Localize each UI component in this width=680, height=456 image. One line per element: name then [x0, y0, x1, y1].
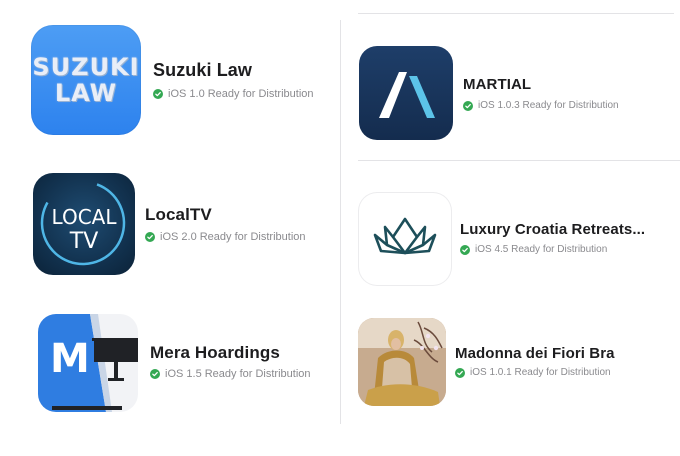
martial-logo-icon	[379, 72, 435, 118]
checkmark-circle-icon	[463, 100, 473, 111]
checkmark-circle-icon	[145, 232, 155, 242]
mera-icon-letter: M	[50, 336, 90, 382]
app-card-madonna-dei-fiori-bra[interactable]: Madonna dei Fiori Bra iOS 1.0.1 Ready fo…	[341, 302, 680, 427]
app-card-luxury-croatia-retreats[interactable]: Luxury Croatia Retreats... iOS 4.5 Ready…	[341, 161, 680, 301]
luxury-croatia-app-icon[interactable]	[359, 193, 451, 285]
suzuki-icon-word-2: LAW	[54, 79, 118, 107]
app-title[interactable]: LocalTV	[145, 205, 212, 225]
madonna-statue-icon	[358, 318, 446, 406]
martial-app-icon[interactable]	[359, 46, 453, 140]
status-text: iOS 4.5 Ready for Distribution	[475, 244, 608, 255]
app-status: iOS 2.0 Ready for Distribution	[145, 231, 306, 243]
checkmark-circle-icon	[150, 369, 160, 379]
app-status: iOS 4.5 Ready for Distribution	[460, 244, 607, 255]
app-card-suzuki-law[interactable]: SUZUKI LAW Suzuki Law iOS 1.0 Ready for …	[0, 0, 340, 150]
app-card-martial[interactable]: MARTIAL iOS 1.0.3 Ready for Distribution	[341, 14, 680, 160]
app-status: iOS 1.0.3 Ready for Distribution	[463, 100, 619, 111]
lotus-crown-icon	[373, 217, 437, 255]
app-card-localtv[interactable]: LOCAL TV LocalTV iOS 2.0 Ready for Distr…	[0, 160, 340, 290]
status-text: iOS 1.0 Ready for Distribution	[168, 88, 314, 100]
localtv-icon-word-1: LOCAL	[51, 205, 117, 229]
app-title[interactable]: Madonna dei Fiori Bra	[455, 345, 615, 362]
app-title[interactable]: MARTIAL	[463, 76, 531, 93]
checkmark-circle-icon	[455, 367, 465, 378]
checkmark-circle-icon	[153, 89, 163, 99]
madonna-app-icon[interactable]	[358, 318, 446, 406]
status-text: iOS 1.0.1 Ready for Distribution	[470, 367, 611, 378]
app-status: iOS 1.0 Ready for Distribution	[153, 88, 314, 100]
app-title[interactable]: Mera Hoardings	[150, 343, 280, 363]
status-text: iOS 2.0 Ready for Distribution	[160, 231, 306, 243]
status-text: iOS 1.5 Ready for Distribution	[165, 368, 311, 380]
app-status: iOS 1.5 Ready for Distribution	[150, 368, 311, 380]
app-card-mera-hoardings[interactable]: M Mera Hoardings iOS 1.5 Ready for Distr…	[0, 300, 340, 425]
suzuki-icon-word-1: SUZUKI	[32, 53, 140, 81]
localtv-app-icon[interactable]: LOCAL TV	[33, 173, 135, 275]
checkmark-circle-icon	[460, 244, 470, 255]
mera-hoardings-app-icon[interactable]: M	[38, 314, 138, 412]
suzuki-law-app-icon[interactable]: SUZUKI LAW	[31, 25, 141, 135]
app-title[interactable]: Luxury Croatia Retreats...	[460, 221, 645, 238]
localtv-icon-word-2: TV	[69, 229, 99, 254]
app-status: iOS 1.0.1 Ready for Distribution	[455, 367, 611, 378]
app-title[interactable]: Suzuki Law	[153, 60, 252, 81]
status-text: iOS 1.0.3 Ready for Distribution	[478, 100, 619, 111]
